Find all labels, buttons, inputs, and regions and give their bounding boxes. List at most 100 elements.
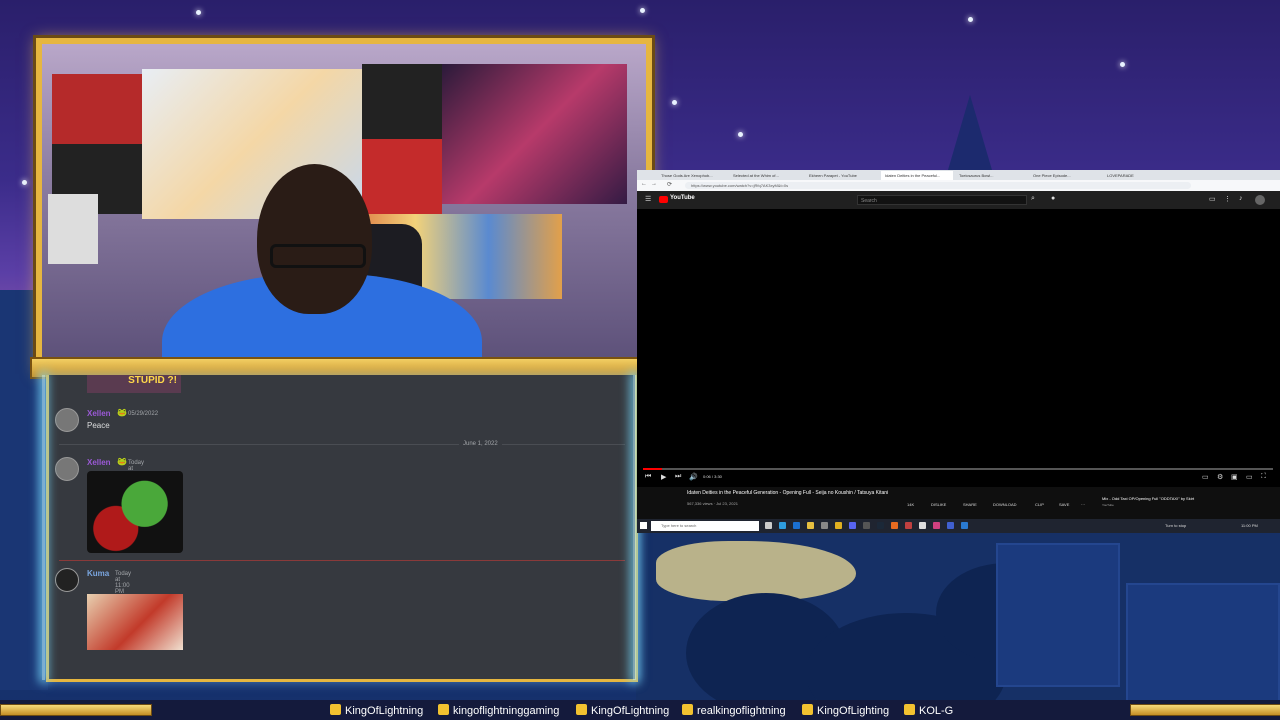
next-icon[interactable]: ⏭ (675, 473, 681, 481)
browser-tab[interactable]: Ekheen Parapet - YouTube (805, 171, 877, 180)
url-field[interactable]: https://www.youtube.com/watch?v=jRfq7AK3… (685, 182, 1191, 189)
tab-strip: Those Gods Are Xenophob... Selected at t… (637, 170, 1280, 180)
app-icon[interactable] (961, 522, 968, 529)
acoustic-panel (52, 74, 142, 214)
firefox-icon[interactable] (891, 522, 898, 529)
steam-icon[interactable] (877, 522, 884, 529)
tray-notice[interactable]: Turn to stop (1165, 523, 1186, 528)
share-button[interactable]: SHARE (963, 502, 977, 507)
discord-chat: STUPID ?! Xellen 🐸 05/29/2022 Peace June… (46, 375, 638, 682)
player-controls: ⏮ ▶ ⏭ 🔊 0:06 / 3:30 ▭ ⚙ ▣ ▭ ⛶ (637, 467, 1280, 487)
user-avatar[interactable] (55, 408, 79, 432)
download-button[interactable]: DOWNLOAD (993, 502, 1017, 507)
star (196, 10, 201, 15)
progress-fill (643, 468, 662, 470)
glasses (270, 244, 366, 268)
chrome-icon[interactable] (835, 522, 842, 529)
youtube-logo-icon[interactable] (659, 196, 668, 203)
windows-taskbar: Type here to search Turn to stop 11:00 P… (637, 519, 1280, 533)
edge-icon[interactable] (779, 522, 786, 529)
role-icon: 🐸 (117, 457, 127, 466)
menu-icon[interactable]: ☰ (645, 195, 651, 203)
discord-icon[interactable] (849, 522, 856, 529)
timestamp: 05/29/2022 (128, 411, 159, 417)
user-avatar[interactable] (55, 568, 79, 592)
twitch-icon (330, 704, 341, 715)
save-button[interactable]: SAVE (1059, 502, 1069, 507)
star (672, 100, 677, 105)
social-label: realkingoflightning (697, 705, 786, 717)
social-label: KingOfLighting (817, 705, 890, 717)
browser-tab[interactable]: LOVEPARADE (1103, 171, 1175, 180)
social-link[interactable]: KingOfLighting (802, 704, 889, 717)
star (968, 17, 973, 22)
app-icon[interactable] (905, 522, 912, 529)
user-avatar[interactable] (55, 457, 79, 481)
username[interactable]: Xellen (87, 409, 111, 418)
forward-icon[interactable]: → (651, 181, 657, 187)
taskbar-search[interactable]: Type here to search (651, 521, 759, 531)
video-meta: 567,336 views · Jul 23, 2021 (687, 501, 738, 506)
webcam-feed (36, 38, 652, 374)
settings-icon[interactable]: ⚙ (1217, 473, 1223, 481)
more-button[interactable]: ··· (1081, 502, 1085, 507)
store-icon[interactable] (821, 522, 828, 529)
star (1120, 62, 1125, 67)
browser-tab[interactable]: Idaten Deities in the Peaceful... (881, 171, 953, 180)
like-button[interactable]: 14K (907, 502, 914, 507)
start-icon[interactable] (640, 522, 647, 529)
theater-icon[interactable]: ▭ (1246, 473, 1253, 481)
search-icon[interactable]: ⌕ (1031, 195, 1035, 203)
mix-title[interactable]: Mix - Odd Taxi OP/Opening Full "ODDTAXI"… (1102, 496, 1194, 501)
dislike-button[interactable]: DISLIKE (931, 502, 946, 507)
streamer (162, 164, 482, 368)
obs-icon[interactable] (863, 522, 870, 529)
instagram-icon (682, 704, 693, 715)
miniplayer-icon[interactable]: ▣ (1231, 473, 1238, 481)
date-divider-label: June 1, 2022 (459, 441, 502, 447)
avatar[interactable] (1255, 195, 1265, 205)
social-link[interactable]: KingOfLightning (576, 704, 669, 717)
play-icon[interactable]: ▶ (661, 473, 666, 481)
browser-tab[interactable]: Those Gods Are Xenophob... (657, 171, 729, 180)
app-icon[interactable] (919, 522, 926, 529)
mail-icon[interactable] (793, 522, 800, 529)
username[interactable]: Xellen (87, 458, 111, 467)
building (996, 543, 1120, 687)
app-icon[interactable] (933, 522, 940, 529)
date-divider (59, 444, 625, 445)
mic-icon[interactable]: ● (1051, 195, 1055, 202)
back-icon[interactable]: ← (641, 181, 647, 187)
building (1126, 583, 1280, 703)
youtube-logo-text[interactable]: YouTube (670, 195, 695, 201)
reload-icon[interactable]: ⟳ (667, 181, 672, 188)
search-input[interactable]: Search (857, 195, 1027, 205)
timestamp: Today at 11:00 PM (115, 571, 132, 595)
social-link[interactable]: KOL-G (904, 704, 953, 717)
subtitles-icon[interactable]: ▭ (1202, 473, 1209, 481)
previous-icon[interactable]: ⏮ (645, 473, 651, 481)
fullscreen-icon[interactable]: ⛶ (1261, 473, 1266, 481)
username[interactable]: Kuma (87, 569, 109, 578)
social-label: kingoflightninggaming (453, 705, 560, 717)
bell-icon[interactable]: ♪ (1239, 195, 1243, 202)
app-icon[interactable] (947, 522, 954, 529)
apps-icon[interactable]: ⋮ (1224, 195, 1231, 203)
video-player[interactable] (637, 209, 1280, 487)
progress-bar[interactable] (643, 468, 1273, 470)
volume-icon[interactable]: 🔊 (689, 473, 698, 481)
social-link[interactable]: kingoflightninggaming (438, 704, 559, 717)
video-title: Idaten Deities in the Peaceful Generatio… (687, 490, 889, 496)
browser-tab[interactable]: Toeicsaurus Bowl... (955, 171, 1027, 180)
task-view-icon[interactable] (765, 522, 772, 529)
youtube-header: ☰ YouTube Search ⌕ ● ▭ ⋮ ♪ (637, 191, 1280, 209)
explorer-icon[interactable] (807, 522, 814, 529)
clip-button[interactable]: CLIP (1035, 502, 1044, 507)
browser-tab[interactable]: Selected at the Whim of... (729, 171, 801, 180)
social-link[interactable]: realkingoflightning (682, 704, 786, 717)
social-link[interactable]: KingOfLightning (330, 704, 423, 717)
create-icon[interactable]: ▭ (1209, 195, 1216, 203)
head (257, 164, 372, 314)
neon-glow (633, 375, 636, 680)
browser-tab[interactable]: One Piece Episode... (1029, 171, 1101, 180)
